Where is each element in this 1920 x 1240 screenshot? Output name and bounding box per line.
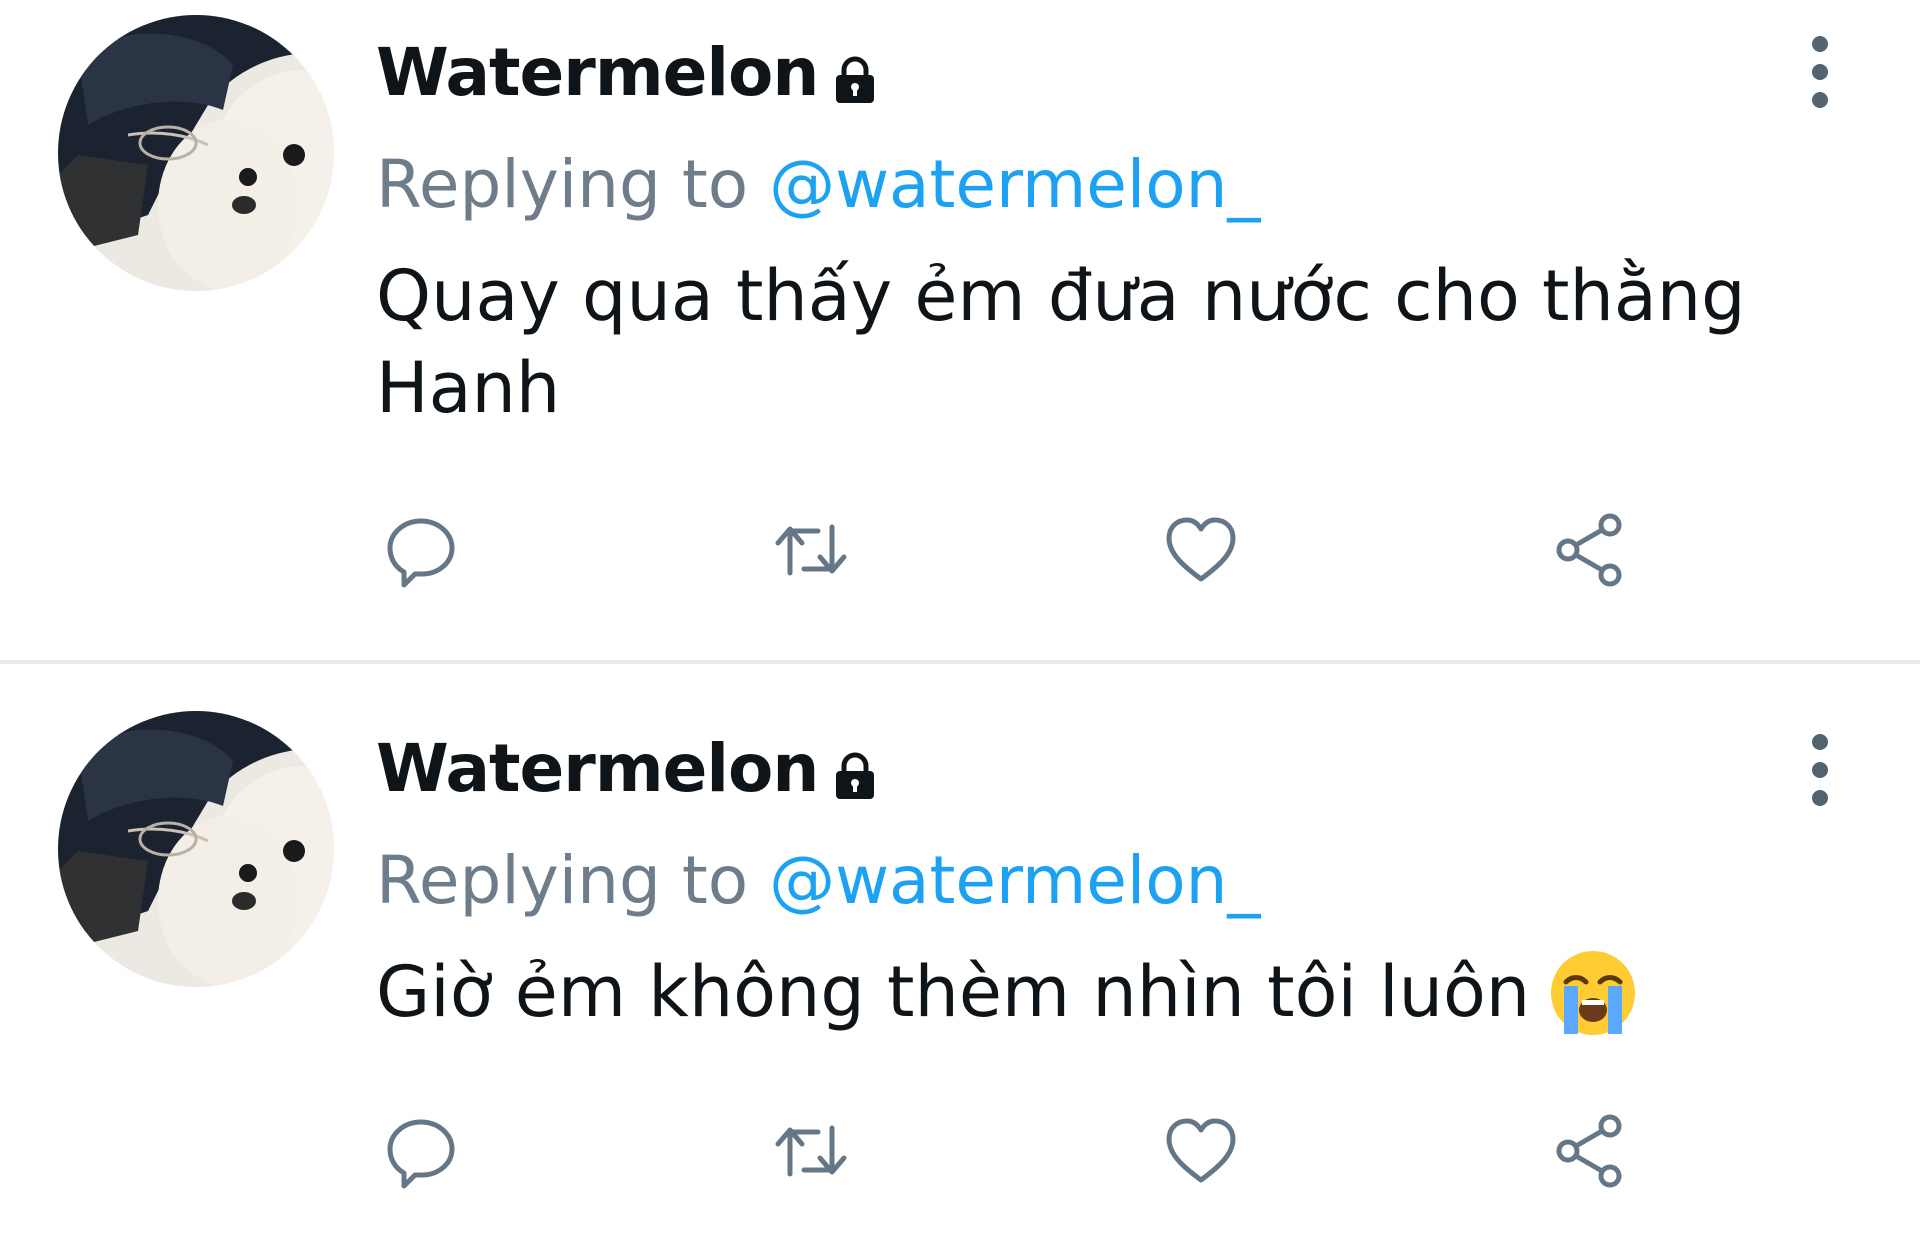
replying-handle-link[interactable]: @watermelon_ <box>769 146 1260 223</box>
lock-icon <box>836 752 875 799</box>
reply-button[interactable] <box>376 1106 466 1196</box>
share-icon <box>1556 1114 1622 1188</box>
retweet-button[interactable] <box>766 505 856 595</box>
reply-button[interactable] <box>376 505 466 595</box>
avatar-image <box>58 711 334 987</box>
divider <box>0 660 1920 664</box>
tweet-header: Watermelon <box>376 28 878 118</box>
tweet-text: Giờ ẻm không thèm nhìn tôi luôn <box>376 951 1531 1033</box>
like-icon <box>1166 517 1236 582</box>
tweet[interactable]: Watermelon Replying to @watermelon_ Quay… <box>0 0 1920 663</box>
share-icon <box>1556 513 1622 587</box>
tweet-header: Watermelon <box>376 724 878 814</box>
retweet-icon <box>775 524 847 576</box>
action-bar <box>376 505 1676 595</box>
avatar[interactable] <box>58 711 334 987</box>
lock-icon <box>836 56 875 103</box>
like-icon <box>1166 1118 1236 1183</box>
replying-to-line: Replying to @watermelon_ <box>376 833 1260 929</box>
tweet-text-container: Giờ ẻm không thèm nhìn tôi luôn <box>376 946 1796 1038</box>
more-options-icon[interactable] <box>1808 34 1832 110</box>
display-name[interactable]: Watermelon <box>376 28 819 118</box>
replying-prefix: Replying to <box>376 842 749 919</box>
like-button[interactable] <box>1156 505 1246 595</box>
avatar[interactable] <box>58 15 334 291</box>
share-button[interactable] <box>1546 505 1636 595</box>
more-options-icon[interactable] <box>1808 732 1832 808</box>
reply-icon <box>387 1119 455 1189</box>
like-button[interactable] <box>1156 1106 1246 1196</box>
action-bar <box>376 1106 1676 1196</box>
replying-handle-link[interactable]: @watermelon_ <box>769 842 1260 919</box>
tweet[interactable]: Watermelon Replying to @watermelon_ Giờ … <box>0 666 1920 1240</box>
tweet-text: Quay qua thấy ẻm đưa nước cho thằng Hanh <box>376 255 1746 429</box>
loudly-crying-face-emoji <box>1551 951 1636 1035</box>
replying-to-line: Replying to @watermelon_ <box>376 137 1260 233</box>
display-name[interactable]: Watermelon <box>376 724 819 814</box>
reply-icon <box>387 518 455 588</box>
retweet-icon <box>775 1125 847 1177</box>
share-button[interactable] <box>1546 1106 1636 1196</box>
retweet-button[interactable] <box>766 1106 856 1196</box>
replying-prefix: Replying to <box>376 146 749 223</box>
avatar-image <box>58 15 334 291</box>
